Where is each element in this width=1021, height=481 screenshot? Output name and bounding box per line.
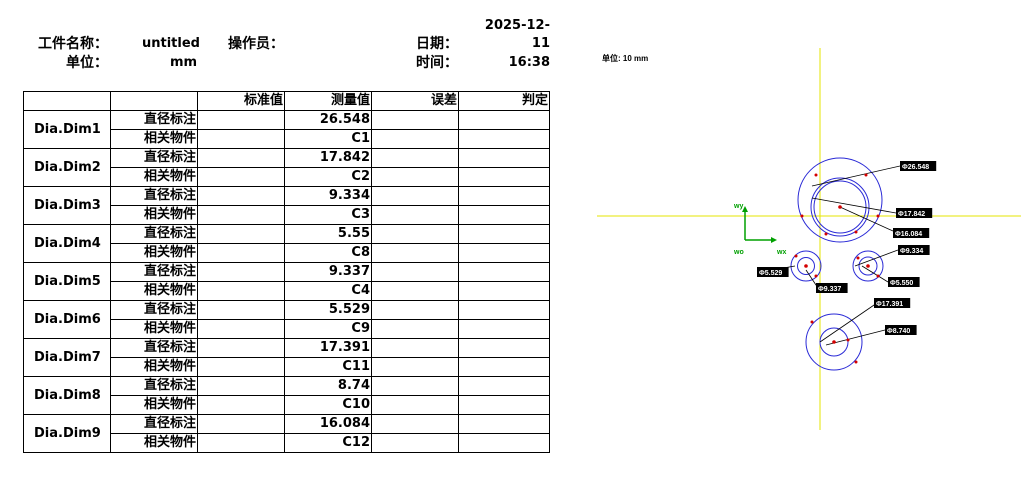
leader-17391 [819, 302, 878, 343]
axis-y-label: wy [733, 203, 743, 210]
point-marker [864, 173, 868, 177]
axis-x-arrow-icon [771, 237, 777, 243]
dimension-label: Φ9.334 [900, 248, 923, 255]
dimension-label: Φ17.842 [898, 211, 925, 218]
circle-c1 [797, 157, 883, 243]
point-marker [810, 320, 814, 324]
center-marker [804, 264, 808, 268]
center-marker [866, 264, 870, 268]
dimension-label: Φ26.548 [902, 164, 929, 171]
point-marker [846, 338, 850, 342]
axis-x-label: wx [776, 249, 786, 256]
dimension-label: Φ8.740 [887, 328, 910, 335]
cad-drawing: 单位: 10 mm wy wx wo Φ26.548Φ17.842Φ16.084… [597, 48, 1021, 430]
point-marker [876, 274, 880, 278]
point-marker [814, 274, 818, 278]
point-marker [824, 232, 828, 236]
dimension-label: Φ17.391 [876, 301, 903, 308]
point-marker [856, 256, 860, 260]
point-marker [854, 360, 858, 364]
point-marker [794, 254, 798, 258]
leader-16084 [839, 206, 894, 232]
dimension-label: Φ9.337 [818, 286, 841, 293]
dimension-label: Φ5.529 [759, 270, 782, 277]
center-marker [838, 205, 842, 209]
point-marker [814, 173, 818, 177]
scale-label: 单位: 10 mm [602, 53, 648, 63]
origin-label: wo [733, 249, 744, 256]
point-marker [800, 214, 804, 218]
dimension-label: Φ16.084 [895, 231, 922, 238]
point-marker [876, 214, 880, 218]
dimension-label: Φ5.550 [890, 280, 913, 287]
leader-17842 [811, 197, 897, 214]
center-marker [832, 340, 836, 344]
point-marker [854, 230, 858, 234]
